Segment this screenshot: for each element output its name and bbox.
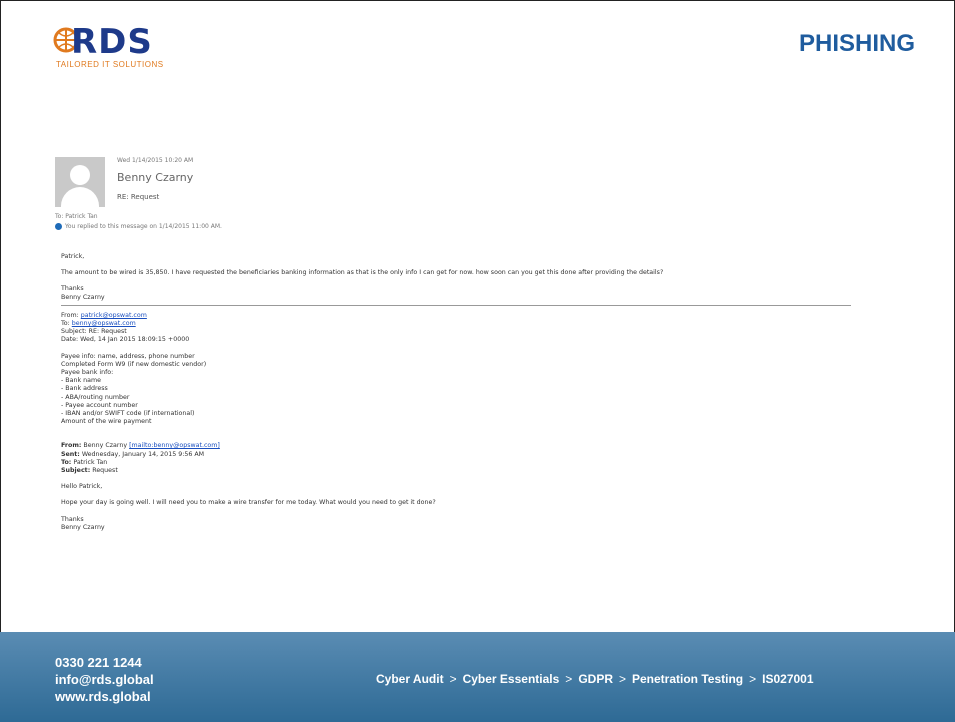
email-line: The amount to be wired is 35,850. I have… [61, 269, 664, 277]
quoted-line: - Bank address [61, 385, 108, 393]
contact-block: 0330 221 1244 info@rds.global www.rds.gl… [55, 654, 154, 705]
quoted-to-link[interactable]: benny@opswat.com [72, 320, 136, 327]
quoted-line: Payee info: name, address, phone number [61, 352, 195, 360]
quoted-from-link[interactable]: patrick@opswat.com [81, 312, 147, 319]
original-signature: Benny Czarny [61, 523, 105, 531]
quoted-line: Completed Form W9 (if new domestic vendo… [61, 360, 207, 368]
quoted-from: From: patrick@opswat.com [61, 311, 147, 319]
original-from: From: Benny Czarny [mailto:benny@opswat.… [61, 442, 220, 450]
email-greeting: Patrick, [61, 253, 85, 260]
separator: > [749, 672, 757, 686]
replied-notice: You replied to this message on 1/14/2015… [55, 223, 222, 230]
service-item: GDPR [578, 672, 613, 686]
logo-wordmark: RDS [71, 22, 153, 62]
original-line: Hope your day is going well. I will need… [61, 499, 436, 507]
email-signature: Benny Czarny [61, 293, 105, 301]
original-from-link[interactable]: [mailto:benny@opswat.com] [129, 442, 220, 449]
original-greeting: Hello Patrick, [61, 483, 103, 491]
original-to: To: Patrick Tan [61, 458, 108, 466]
avatar-body [61, 187, 99, 207]
quoted-line: Amount of the wire payment [61, 418, 152, 426]
separator: > [618, 672, 626, 686]
email-recipient: To: Patrick Tan [55, 213, 98, 220]
logo-tagline: TAILORED IT SOLUTIONS [56, 60, 164, 69]
quoted-line: - IBAN and/or SWIFT code (if internation… [61, 410, 195, 418]
email-thanks: Thanks [61, 285, 84, 293]
footer-phone: 0330 221 1244 [55, 655, 142, 670]
service-item: IS027001 [762, 672, 814, 686]
original-sent: Sent: Wednesday, January 14, 2015 9:56 A… [61, 450, 205, 458]
avatar [55, 157, 105, 207]
original-subject: Subject: Request [61, 467, 118, 475]
quoted-to: To: benny@opswat.com [61, 320, 136, 328]
quoted-line: - Payee account number [61, 401, 138, 409]
service-item: Penetration Testing [632, 672, 744, 686]
service-item: Cyber Audit [376, 672, 444, 686]
quoted-line: - ABA/routing number [61, 393, 130, 401]
email-subject: RE: Request [117, 193, 160, 201]
page-title: PHISHING [798, 30, 915, 57]
email-sender: Benny Czarny [117, 171, 194, 184]
footer-website: www.rds.global [55, 689, 151, 704]
separator: > [565, 672, 573, 686]
original-thanks: Thanks [61, 515, 84, 523]
info-icon [55, 223, 62, 230]
divider [61, 304, 851, 306]
service-item: Cyber Essentials [462, 672, 560, 686]
quoted-line: - Bank name [61, 377, 101, 385]
quoted-date: Date: Wed, 14 Jan 2015 18:09:15 +0000 [61, 336, 190, 344]
replied-notice-text: You replied to this message on 1/14/2015… [65, 223, 222, 230]
email-date: Wed 1/14/2015 10:20 AM [117, 157, 194, 164]
avatar-head [70, 165, 90, 185]
email-body: Patrick, The amount to be wired is 35,85… [61, 253, 851, 532]
separator: > [449, 672, 457, 686]
quoted-line: Payee bank info: [61, 369, 114, 377]
footer-email: info@rds.global [55, 672, 154, 687]
footer-bar: 0330 221 1244 info@rds.global www.rds.gl… [0, 632, 955, 722]
quoted-subject: Subject: RE: Request [61, 328, 127, 336]
services-list: Cyber Audit > Cyber Essentials > GDPR > Penetr… [376, 672, 814, 686]
